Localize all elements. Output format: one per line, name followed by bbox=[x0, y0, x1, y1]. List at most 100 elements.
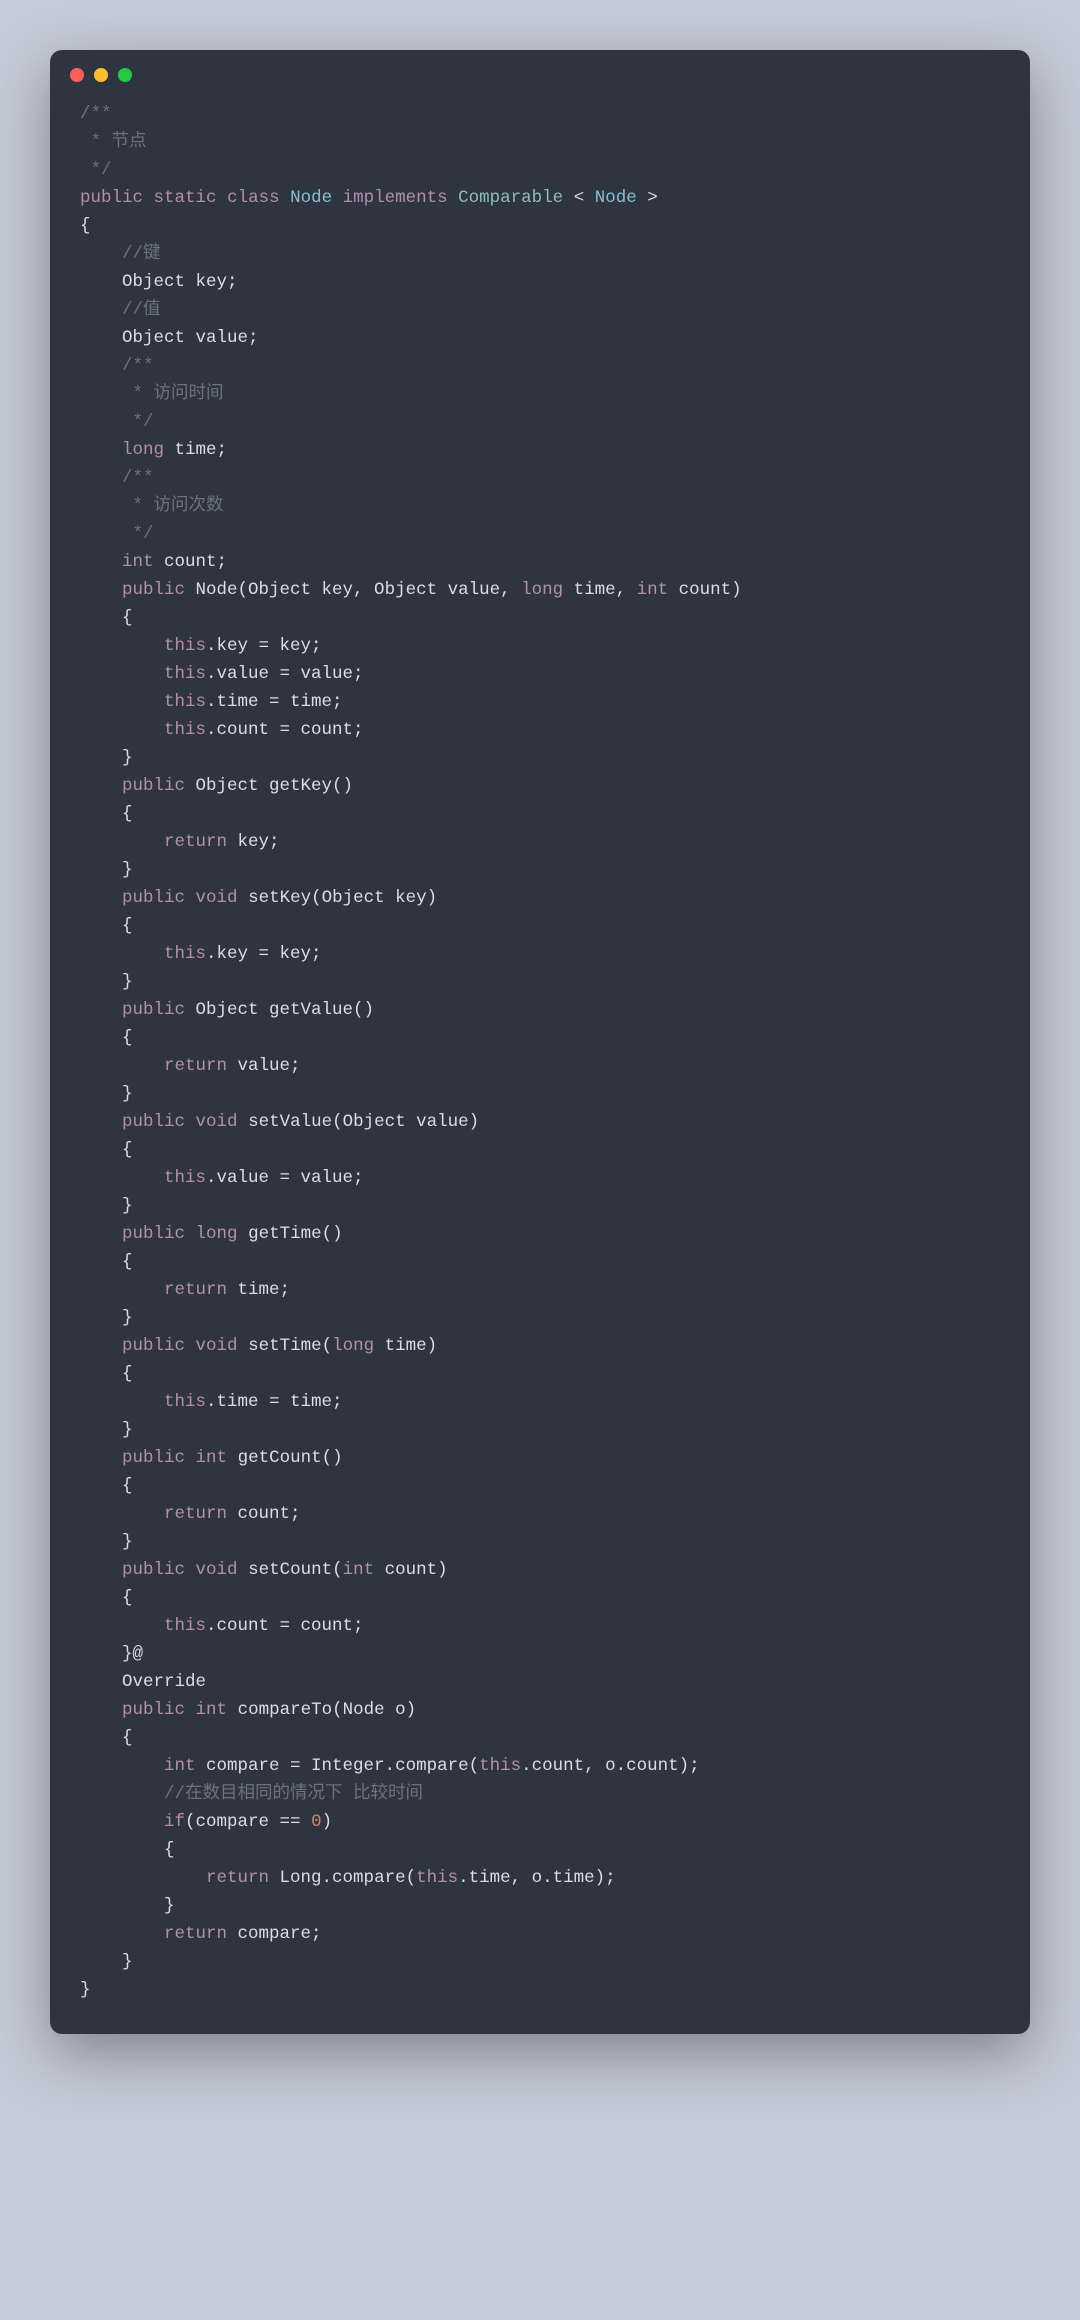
code-token bbox=[80, 1392, 164, 1412]
code-line: { bbox=[80, 1136, 1000, 1164]
code-token: Object getKey() bbox=[185, 776, 353, 796]
code-token bbox=[80, 244, 122, 264]
code-line: long time; bbox=[80, 436, 1000, 464]
code-token: { bbox=[80, 1028, 133, 1048]
code-token bbox=[80, 1336, 122, 1356]
code-line: public void setValue(Object value) bbox=[80, 1108, 1000, 1136]
code-token: /** bbox=[122, 468, 154, 488]
code-line: Override bbox=[80, 1668, 1000, 1696]
code-line: this.value = value; bbox=[80, 1164, 1000, 1192]
code-line: int compare = Integer.compare(this.count… bbox=[80, 1752, 1000, 1780]
zoom-icon[interactable] bbox=[118, 68, 132, 82]
code-token: void bbox=[196, 1336, 238, 1356]
code-token: getCount() bbox=[227, 1448, 343, 1468]
code-token: this bbox=[164, 1392, 206, 1412]
code-line: //值 bbox=[80, 296, 1000, 324]
code-token: { bbox=[80, 1588, 133, 1608]
code-token bbox=[332, 188, 343, 208]
code-token: { bbox=[80, 1140, 133, 1160]
code-token: int bbox=[122, 552, 154, 572]
code-token: .time = time; bbox=[206, 692, 343, 712]
close-icon[interactable] bbox=[70, 68, 84, 82]
code-line: { bbox=[80, 800, 1000, 828]
code-token: //在数目相同的情况下 比较时间 bbox=[164, 1784, 423, 1804]
code-token bbox=[185, 1336, 196, 1356]
code-token: this bbox=[164, 720, 206, 740]
code-line: { bbox=[80, 1024, 1000, 1052]
code-token bbox=[80, 692, 164, 712]
code-token: } bbox=[80, 1532, 133, 1552]
code-token bbox=[185, 1112, 196, 1132]
code-token: { bbox=[80, 1252, 133, 1272]
code-token bbox=[80, 1224, 122, 1244]
code-token: time; bbox=[164, 440, 227, 460]
code-token: class bbox=[227, 188, 280, 208]
code-token: return bbox=[206, 1868, 269, 1888]
code-line: return Long.compare(this.time, o.time); bbox=[80, 1864, 1000, 1892]
code-token: public bbox=[122, 1336, 185, 1356]
code-token: long bbox=[122, 440, 164, 460]
code-token: { bbox=[80, 608, 133, 628]
code-token: return bbox=[164, 832, 227, 852]
code-token bbox=[80, 524, 122, 544]
code-token bbox=[80, 496, 122, 516]
code-token bbox=[80, 552, 122, 572]
code-line: }@ bbox=[80, 1640, 1000, 1668]
code-token bbox=[143, 188, 154, 208]
code-token bbox=[80, 1504, 164, 1524]
code-token: } bbox=[80, 1084, 133, 1104]
code-token: public bbox=[122, 1112, 185, 1132]
code-token bbox=[80, 944, 164, 964]
code-window: /** * 节点 */public static class Node impl… bbox=[50, 50, 1030, 2034]
code-token: }@ bbox=[80, 1644, 143, 1664]
code-token bbox=[80, 468, 122, 488]
code-token: public bbox=[80, 188, 143, 208]
code-token: .count = count; bbox=[206, 720, 364, 740]
code-token: void bbox=[196, 1560, 238, 1580]
code-token bbox=[80, 1560, 122, 1580]
code-token bbox=[80, 300, 122, 320]
code-token: return bbox=[164, 1056, 227, 1076]
code-line: { bbox=[80, 604, 1000, 632]
code-line: /** bbox=[80, 464, 1000, 492]
code-line: int count; bbox=[80, 548, 1000, 576]
code-token: } bbox=[80, 1896, 175, 1916]
code-line: { bbox=[80, 1724, 1000, 1752]
code-token: setValue(Object value) bbox=[238, 1112, 480, 1132]
code-token: int bbox=[343, 1560, 375, 1580]
minimize-icon[interactable] bbox=[94, 68, 108, 82]
code-token: setTime( bbox=[238, 1336, 333, 1356]
code-token: setKey(Object key) bbox=[238, 888, 438, 908]
code-token bbox=[80, 832, 164, 852]
code-line: this.key = key; bbox=[80, 632, 1000, 660]
code-line: return value; bbox=[80, 1052, 1000, 1080]
code-token bbox=[80, 1812, 164, 1832]
code-line: { bbox=[80, 912, 1000, 940]
code-token bbox=[185, 1560, 196, 1580]
code-line: //在数目相同的情况下 比较时间 bbox=[80, 1780, 1000, 1808]
code-token: key; bbox=[227, 832, 280, 852]
code-line: public static class Node implements Comp… bbox=[80, 184, 1000, 212]
code-token: Object getValue() bbox=[185, 1000, 374, 1020]
code-token: */ bbox=[80, 160, 112, 180]
code-line: /** bbox=[80, 352, 1000, 380]
code-token: .key = key; bbox=[206, 944, 322, 964]
code-token bbox=[80, 1924, 164, 1944]
code-line: } bbox=[80, 856, 1000, 884]
code-token: { bbox=[80, 1728, 133, 1748]
code-line: * 访问时间 bbox=[80, 380, 1000, 408]
code-token: long bbox=[332, 1336, 374, 1356]
code-token: Override bbox=[80, 1672, 206, 1692]
code-token bbox=[185, 888, 196, 908]
code-token bbox=[185, 1448, 196, 1468]
code-line: Object key; bbox=[80, 268, 1000, 296]
code-token bbox=[80, 636, 164, 656]
code-token: .value = value; bbox=[206, 1168, 364, 1188]
code-token: } bbox=[80, 860, 133, 880]
code-token: } bbox=[80, 972, 133, 992]
code-line: } bbox=[80, 1528, 1000, 1556]
code-token: Object value; bbox=[80, 328, 259, 348]
code-token: < bbox=[563, 188, 595, 208]
code-line: if(compare == 0) bbox=[80, 1808, 1000, 1836]
code-token: this bbox=[164, 1168, 206, 1188]
